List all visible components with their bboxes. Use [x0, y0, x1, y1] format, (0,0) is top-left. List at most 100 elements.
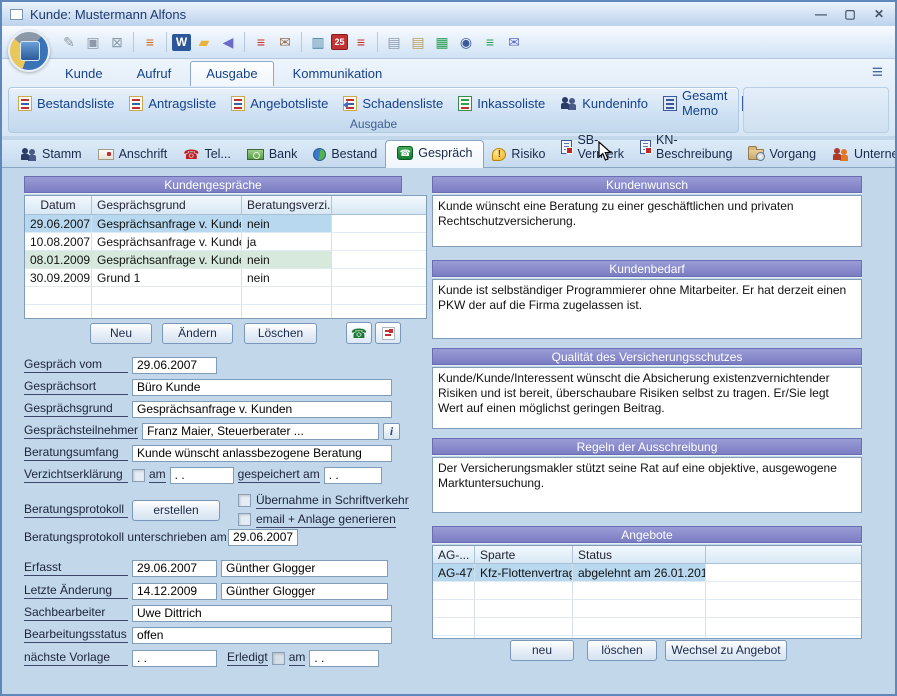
verzichtserklaerung-checkbox[interactable]: [132, 469, 145, 482]
angebot-loeschen-button[interactable]: löschen: [587, 640, 657, 661]
close-icon[interactable]: ✕: [871, 7, 887, 21]
tab-ausgabe[interactable]: Ausgabe: [190, 61, 273, 86]
bearbeitungsstatus-field[interactable]: offen: [132, 627, 392, 644]
info-button[interactable]: i: [383, 423, 400, 440]
verzicht-am-field[interactable]: . .: [170, 467, 234, 484]
aenderung-date-field[interactable]: 14.12.2009: [132, 583, 217, 600]
erfasst-date-field[interactable]: 29.06.2007: [132, 560, 217, 577]
neu-button[interactable]: Neu: [90, 323, 152, 344]
schedule-list-icon[interactable]: ≡: [350, 32, 372, 52]
col-sparte[interactable]: Sparte: [475, 546, 573, 563]
vorlage-date-field[interactable]: . .: [132, 650, 217, 667]
page-tab-tel[interactable]: ☎Tel...: [175, 142, 239, 167]
gespeichert-am-field[interactable]: . .: [324, 467, 382, 484]
gespraechsort-field[interactable]: Büro Kunde: [132, 379, 392, 396]
wechsel-zu-angebot-button[interactable]: Wechsel zu Angebot: [665, 640, 787, 661]
kundenwunsch-header: Kundenwunsch: [432, 176, 862, 193]
tab-kunde[interactable]: Kunde: [50, 62, 118, 86]
minimize-icon[interactable]: —: [813, 7, 829, 21]
qualitaet-text[interactable]: Kunde/Kunde/Interessent wünscht die Absi…: [432, 367, 862, 429]
phone-list-button[interactable]: ☎: [346, 322, 372, 344]
angebote-table: AG-... Sparte Status AG-477 Kfz-Flottenv…: [432, 545, 862, 639]
page-tab-vorgang[interactable]: Vorgang: [740, 142, 824, 167]
tab-aufruf[interactable]: Aufruf: [122, 62, 187, 86]
angebot-row[interactable]: AG-477 Kfz-Flottenvertrag abgelehnt am 2…: [433, 564, 861, 582]
page-tab-gespraech[interactable]: ☎Gespräch: [385, 140, 484, 168]
schadensliste-button[interactable]: Schadensliste: [340, 94, 446, 113]
col-status[interactable]: Status: [573, 546, 706, 563]
erfasst-name-field[interactable]: Günther Glogger: [221, 560, 388, 577]
red-list-button[interactable]: [375, 322, 401, 344]
page-tab-bestand[interactable]: Bestand: [305, 142, 385, 167]
statistics-icon[interactable]: ▥: [307, 32, 329, 52]
kundenwunsch-text[interactable]: Kunde wünscht eine Beratung zu einer ges…: [432, 195, 862, 247]
calendar-icon[interactable]: 25: [331, 34, 348, 50]
memo-icon[interactable]: ▤: [383, 32, 405, 52]
col-datum[interactable]: Datum: [25, 196, 92, 214]
page-tab-stamm[interactable]: Stamm: [12, 142, 90, 167]
page-tab-kn-beschreibung[interactable]: KN-Beschreibung: [632, 128, 740, 167]
antragsliste-button[interactable]: Antragsliste: [126, 94, 219, 113]
gespraech-row[interactable]: 29.06.2007 Gesprächsanfrage v. Kunden ne…: [25, 215, 426, 233]
tab-kommunikation[interactable]: Kommunikation: [278, 62, 398, 86]
regeln-text[interactable]: Der Versicherungsmakler stützt seine Rat…: [432, 457, 862, 513]
word-export-icon[interactable]: W: [172, 34, 191, 51]
email-anlage-checkbox[interactable]: [238, 513, 251, 526]
angebotsliste-button[interactable]: Angebotsliste: [228, 94, 331, 113]
erstellen-button[interactable]: erstellen: [132, 500, 220, 521]
page-tab-bank[interactable]: Bank: [239, 142, 306, 167]
open-folder-icon[interactable]: ▰: [193, 32, 215, 52]
erledigt-am-field[interactable]: . .: [309, 650, 379, 667]
bestandsliste-button[interactable]: Bestandsliste: [15, 94, 117, 113]
col-verzicht[interactable]: Beratungsverzi...: [242, 196, 332, 214]
gespraech-vom-field[interactable]: 29.06.2007: [132, 357, 217, 374]
kundenbedarf-text[interactable]: Kunde ist selbständiger Programmierer oh…: [432, 279, 862, 339]
aendern-button[interactable]: Ändern: [162, 323, 233, 344]
tab-label: Anschrift: [119, 147, 168, 161]
page-tab-sb-vermerk[interactable]: SB-Vermerk: [553, 128, 632, 167]
gespraechsgrund-field[interactable]: Gesprächsanfrage v. Kunden: [132, 401, 392, 418]
unterschrieben-field[interactable]: 29.06.2007: [228, 529, 298, 546]
sachbearbeiter-field[interactable]: Uwe Dittrich: [132, 605, 392, 622]
save-icon[interactable]: ▣: [82, 32, 104, 52]
send-mail-icon[interactable]: ✉: [503, 32, 525, 52]
inkassoliste-button[interactable]: Inkassoliste: [455, 94, 548, 113]
maximize-icon[interactable]: ▢: [842, 7, 858, 21]
gespraech-row[interactable]: 30.09.2009 Grund 1 nein: [25, 269, 426, 287]
app-window: Kunde: Mustermann Alfons — ▢ ✕ ✎ ▣ ⊠ ≡ W…: [0, 0, 897, 696]
mail-icon[interactable]: ✉: [274, 32, 296, 52]
gespraech-row[interactable]: 10.08.2007 Gesprächsanfrage v. Kunden ja: [25, 233, 426, 251]
edit-icon[interactable]: ✎: [58, 32, 80, 52]
col-grund[interactable]: Gesprächsgrund: [92, 196, 242, 214]
gespraech-row[interactable]: 08.01.2009 Gesprächsanfrage v. Kunden ne…: [25, 251, 426, 269]
page-tab-unternehmen[interactable]: Unternehmen: [824, 142, 897, 167]
cell-datum: 08.01.2009: [25, 251, 92, 268]
document-icon[interactable]: ▤: [407, 32, 429, 52]
aenderung-name-field[interactable]: Günther Glogger: [221, 583, 388, 600]
table-icon[interactable]: ▦: [431, 32, 453, 52]
toolbar-separator: [301, 32, 302, 52]
discard-icon[interactable]: ⊠: [106, 32, 128, 52]
erledigt-checkbox[interactable]: [272, 652, 285, 665]
ribbon: Kunde Aufruf Ausgabe Kommunikation ≡ Bes…: [2, 59, 895, 136]
page-tab-anschrift[interactable]: Anschrift: [90, 142, 176, 167]
task-list-icon[interactable]: ≡: [250, 32, 272, 52]
uebernahme-checkbox[interactable]: [238, 494, 251, 507]
app-logo[interactable]: [8, 30, 50, 72]
menu-icon[interactable]: ≡: [872, 63, 883, 83]
cell-grund: Grund 1: [92, 269, 242, 286]
angebot-neu-button[interactable]: neu: [510, 640, 574, 661]
back-icon[interactable]: ◀: [217, 32, 239, 52]
bearbeitungsstatus-label: Bearbeitungsstatus: [24, 627, 128, 643]
col-ag[interactable]: AG-...: [433, 546, 475, 563]
beratungsumfang-field[interactable]: Kunde wünscht anlassbezogene Beratung: [132, 445, 392, 462]
page-tab-risiko[interactable]: !Risiko: [484, 142, 553, 167]
contact-list-icon[interactable]: ≡: [139, 32, 161, 52]
empty-row: [433, 582, 861, 600]
users-icon[interactable]: ◉: [455, 32, 477, 52]
kundeninfo-button[interactable]: Kundeninfo: [557, 94, 651, 113]
loeschen-button[interactable]: Löschen: [244, 323, 317, 344]
green-list-icon[interactable]: ≡: [479, 32, 501, 52]
gespraechsteilnehmer-field[interactable]: Franz Maier, Steuerberater ...: [142, 423, 379, 440]
gesamt-memo-button[interactable]: Gesamt Memo: [660, 86, 731, 120]
